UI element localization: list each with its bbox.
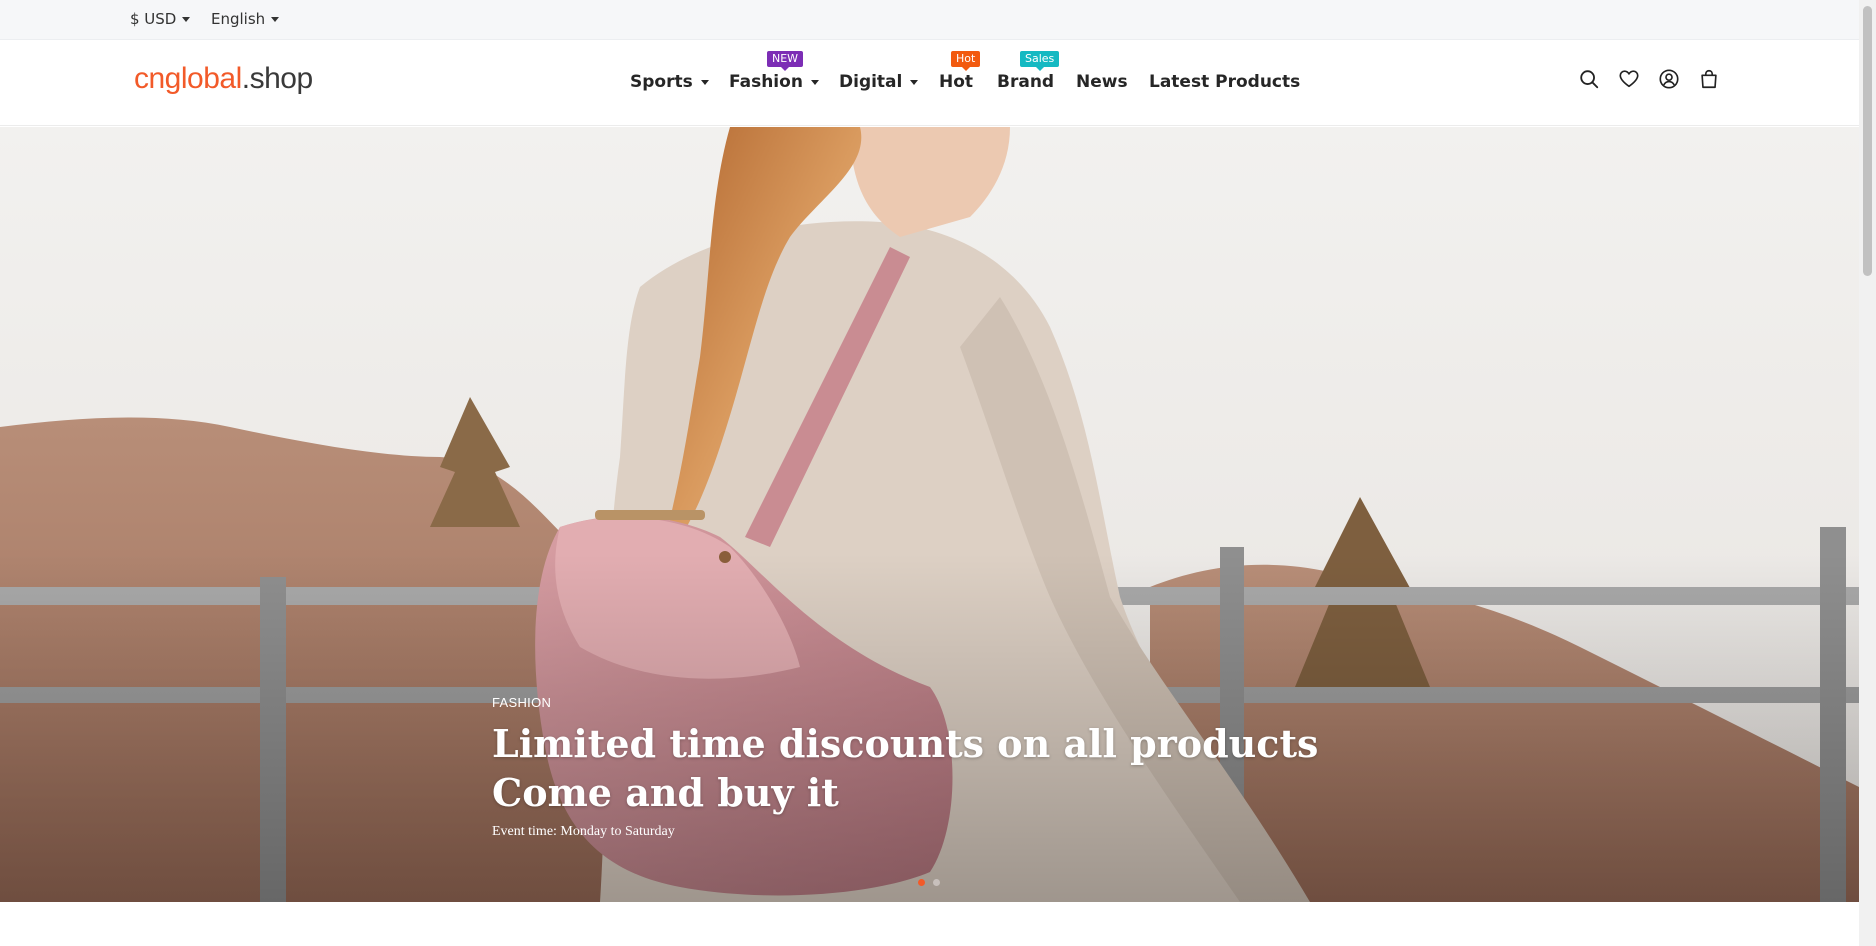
nav-item-news[interactable]: News bbox=[1076, 72, 1128, 92]
nav-label: News bbox=[1076, 72, 1128, 92]
sales-badge: Sales bbox=[1020, 51, 1060, 71]
top-utility-bar: $ USD English bbox=[0, 0, 1859, 40]
language-label: English bbox=[211, 10, 266, 28]
chevron-down-icon bbox=[271, 16, 280, 22]
language-selector[interactable]: English bbox=[211, 10, 280, 28]
nav-label: Hot bbox=[939, 72, 974, 92]
hero-title: Limited time discounts on all products C… bbox=[492, 719, 1318, 817]
nav-label: Sports bbox=[630, 72, 693, 92]
hero-title-line-1: Limited time discounts on all products bbox=[492, 721, 1319, 766]
chevron-down-icon bbox=[910, 79, 919, 85]
chevron-down-icon bbox=[810, 79, 819, 85]
new-badge: NEW bbox=[767, 51, 804, 71]
hot-badge: Hot bbox=[951, 51, 981, 71]
shopping-bag-icon[interactable] bbox=[1698, 68, 1720, 90]
hero-slider[interactable]: FASHION Limited time discounts on all pr… bbox=[0, 127, 1859, 902]
nav-item-sports[interactable]: Sports bbox=[630, 72, 709, 92]
nav-item-hot[interactable]: Hot Hot bbox=[939, 51, 981, 92]
user-icon[interactable] bbox=[1658, 68, 1680, 90]
hero-event-time: Event time: Monday to Saturday bbox=[492, 824, 675, 839]
slider-dot-1[interactable] bbox=[918, 879, 925, 886]
slider-dot-2[interactable] bbox=[933, 879, 940, 886]
heart-icon[interactable] bbox=[1618, 68, 1640, 90]
chevron-down-icon bbox=[700, 79, 709, 85]
page-scrollbar[interactable] bbox=[1859, 0, 1876, 946]
nav-item-fashion[interactable]: NEW Fashion bbox=[729, 51, 819, 92]
logo-domain-text: .shop bbox=[241, 62, 313, 95]
site-header: cnglobal.shop Sports NEW Fashion Digital… bbox=[0, 40, 1859, 126]
header-actions bbox=[1578, 68, 1720, 90]
slider-pagination bbox=[918, 879, 940, 886]
nav-item-digital[interactable]: Digital bbox=[839, 72, 919, 92]
hero-category: FASHION bbox=[492, 695, 552, 710]
nav-label: Digital bbox=[839, 72, 903, 92]
scrollbar-thumb[interactable] bbox=[1863, 6, 1872, 276]
currency-selector[interactable]: $ USD bbox=[130, 10, 191, 28]
nav-item-brand[interactable]: Sales Brand bbox=[997, 51, 1060, 92]
chevron-down-icon bbox=[182, 16, 191, 22]
site-logo[interactable]: cnglobal.shop bbox=[134, 62, 313, 96]
nav-item-latest-products[interactable]: Latest Products bbox=[1149, 72, 1300, 92]
logo-brand-text: cnglobal bbox=[134, 62, 242, 95]
search-icon[interactable] bbox=[1578, 68, 1600, 90]
currency-label: $ USD bbox=[130, 10, 177, 28]
nav-label: Brand bbox=[997, 72, 1055, 92]
hero-title-line-2: Come and buy it bbox=[492, 770, 839, 815]
nav-label: Latest Products bbox=[1149, 72, 1301, 92]
nav-label: Fashion bbox=[729, 72, 803, 92]
